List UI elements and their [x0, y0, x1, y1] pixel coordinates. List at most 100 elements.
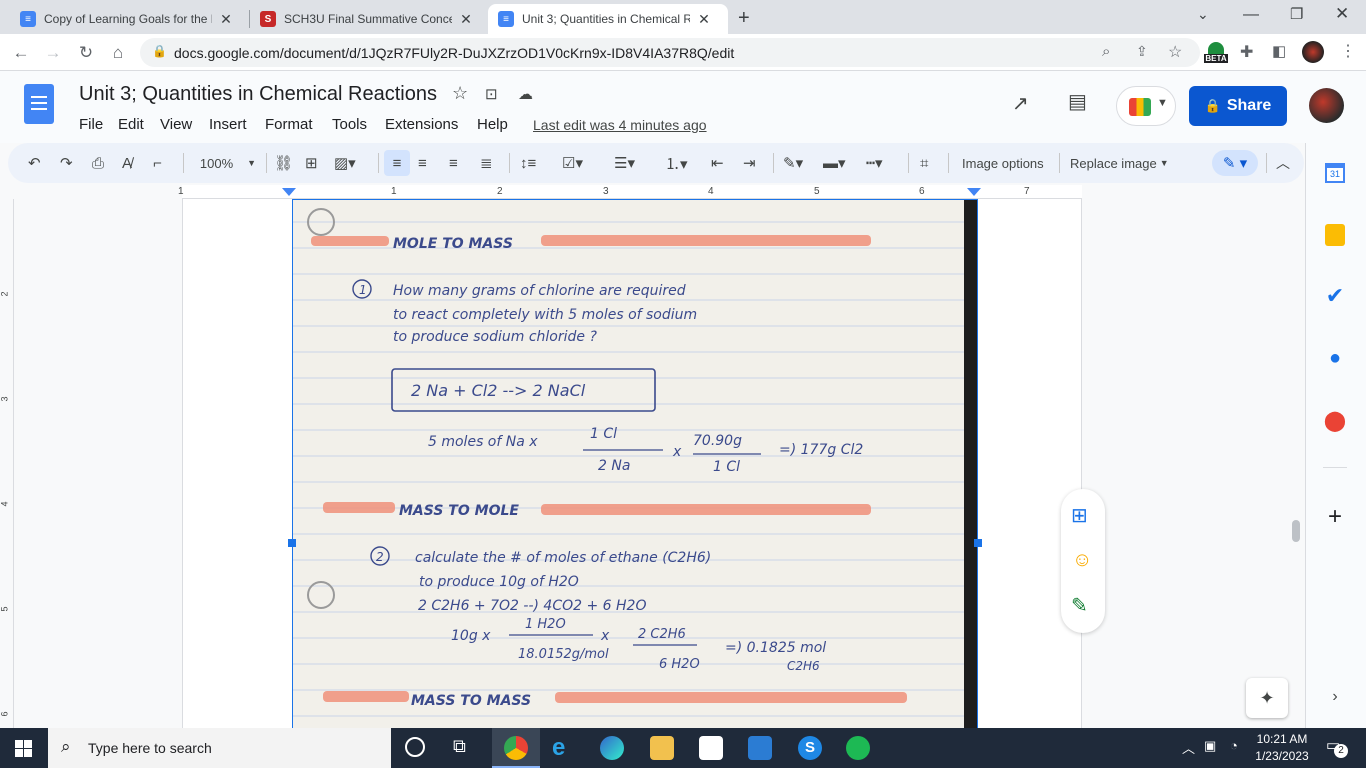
forward-arrow-icon[interactable]: → [40, 40, 66, 66]
suggest-edits-icon[interactable]: ✎ [1071, 593, 1088, 618]
url-text[interactable]: docs.google.com/document/d/1JQzR7FUly2R-… [174, 45, 734, 61]
windows-start-icon[interactable] [15, 740, 32, 757]
right-indent-marker[interactable] [967, 188, 981, 196]
file-explorer-icon[interactable] [650, 736, 674, 760]
undo-icon[interactable]: ↶ [28, 153, 41, 173]
calendar-icon[interactable]: 31 [1320, 158, 1350, 188]
star-icon[interactable]: ☆ [452, 83, 468, 104]
resize-handle-right[interactable] [974, 539, 982, 547]
minimize-button[interactable]: — [1243, 6, 1259, 24]
tasks-icon[interactable]: ✔ [1320, 281, 1350, 311]
crop-icon[interactable]: ⌗ [920, 153, 928, 173]
docs-logo-icon[interactable] [24, 84, 54, 124]
reload-icon[interactable]: ↻ [73, 40, 99, 66]
internet-explorer-icon[interactable]: e [552, 734, 565, 762]
task-view-icon[interactable]: ⧉ [453, 736, 466, 757]
notifications-icon[interactable]: ▭ 2 [1326, 736, 1348, 758]
activity-trend-icon[interactable]: ↗ [1012, 91, 1029, 116]
profile-avatar[interactable] [1302, 41, 1324, 63]
explore-button[interactable]: ✦ [1246, 678, 1288, 718]
redo-icon[interactable]: ↷ [60, 153, 73, 173]
cortana-icon[interactable] [405, 737, 425, 757]
emoji-reaction-icon[interactable]: ☺ [1072, 549, 1092, 572]
show-panel-chevron-icon[interactable]: › [1320, 682, 1350, 712]
align-center-icon[interactable]: ≡ [418, 153, 427, 173]
cloud-saved-icon[interactable]: ☁ [518, 85, 533, 103]
back-arrow-icon[interactable]: ← [8, 40, 34, 66]
numbered-list-icon[interactable]: ⒈▾ [665, 153, 688, 173]
account-avatar[interactable] [1309, 88, 1344, 123]
border-dash-icon[interactable]: ┅▾ [866, 153, 883, 173]
insert-link-icon[interactable]: ⛓ [274, 153, 293, 173]
menu-tools[interactable]: Tools [332, 116, 367, 133]
wifi-icon[interactable]: ◔ [1230, 738, 1238, 753]
home-icon[interactable]: ⌂ [105, 40, 131, 66]
scrollbar-thumb[interactable] [1292, 520, 1300, 542]
resize-handle-left[interactable] [288, 539, 296, 547]
store-icon[interactable] [699, 736, 723, 760]
restore-button[interactable]: ❐ [1290, 5, 1303, 23]
comments-icon[interactable]: ▤ [1068, 89, 1087, 114]
side-panel-icon[interactable]: ◧ [1272, 42, 1286, 60]
bulleted-list-icon[interactable]: ☰▾ [614, 153, 635, 173]
browser-tab[interactable]: ≡ Copy of Learning Goals for the D ✕ [10, 4, 248, 34]
menu-help[interactable]: Help [477, 116, 508, 133]
show-hidden-icons-chevron-icon[interactable]: ︿ [1182, 738, 1195, 757]
menu-file[interactable]: File [79, 116, 103, 133]
replace-image-button[interactable]: Replace image ▼ [1070, 153, 1169, 173]
window-close-button[interactable]: ✕ [1335, 4, 1349, 24]
browser-tab-active[interactable]: ≡ Unit 3; Quantities in Chemical Re ✕ [488, 4, 728, 34]
taskbar-search[interactable]: ⌕ Type here to search [48, 728, 391, 768]
edge-icon[interactable] [600, 736, 624, 760]
skype-icon[interactable]: S [798, 736, 822, 760]
collapse-chevron-up-icon[interactable]: ︿ [1276, 153, 1290, 173]
zoom-select[interactable]: 100% ▼ [198, 153, 258, 173]
maps-icon[interactable]: ⬤ [1320, 405, 1350, 435]
new-tab-button[interactable]: + [738, 7, 750, 30]
browser-tab[interactable]: S SCH3U Final Summative Concept ✕ [250, 4, 488, 34]
last-edit-link[interactable]: Last edit was 4 minutes ago [533, 117, 707, 133]
left-indent-marker[interactable] [282, 188, 296, 196]
keep-icon[interactable] [1320, 220, 1350, 250]
menu-extensions[interactable]: Extensions [385, 116, 458, 133]
menu-format[interactable]: Format [265, 116, 313, 133]
image-options-button[interactable]: Image options [962, 153, 1044, 173]
align-left-icon[interactable]: ≡ [384, 150, 410, 176]
handwritten-notes-image[interactable]: MOLE TO MASS 1 How many grams of chlorin… [292, 199, 978, 729]
document-title[interactable]: Unit 3; Quantities in Chemical Reactions [79, 83, 437, 106]
mail-icon[interactable] [748, 736, 772, 760]
address-bar[interactable]: 🔒 docs.google.com/document/d/1JQzR7FUly2… [140, 38, 1200, 67]
share-page-icon[interactable]: ⇪ [1136, 43, 1148, 60]
contacts-icon[interactable]: ● [1320, 343, 1350, 373]
taskbar-clock[interactable]: 10:21 AM 1/23/2023 [1250, 731, 1314, 765]
chrome-taskbar-button[interactable] [492, 728, 540, 768]
spotify-icon[interactable] [846, 736, 870, 760]
menu-edit[interactable]: Edit [118, 116, 144, 133]
increase-indent-icon[interactable]: ⇥ [743, 153, 756, 173]
add-comment-icon[interactable]: ⊞ [305, 153, 318, 173]
lock-icon[interactable]: 🔒 [152, 44, 167, 58]
align-right-icon[interactable]: ≡ [449, 153, 458, 173]
close-icon[interactable]: ✕ [458, 11, 474, 28]
vertical-ruler[interactable]: 2 3 4 5 6 [0, 199, 14, 729]
meet-button[interactable]: ▼ [1116, 86, 1176, 126]
close-icon[interactable]: ✕ [696, 11, 712, 28]
spellcheck-icon[interactable]: A̸ [122, 153, 132, 173]
add-addon-icon[interactable]: + [1320, 502, 1350, 532]
zoom-icon[interactable]: ⌕ [1102, 43, 1110, 60]
line-spacing-icon[interactable]: ↕≡ [520, 153, 536, 173]
menu-insert[interactable]: Insert [209, 116, 247, 133]
bookmark-star-icon[interactable]: ☆ [1168, 42, 1182, 62]
paint-format-icon[interactable]: ⌐ [153, 153, 162, 173]
decrease-indent-icon[interactable]: ⇤ [711, 153, 724, 173]
tab-search-chevron-icon[interactable]: ⌄ [1197, 6, 1209, 23]
close-icon[interactable]: ✕ [218, 11, 234, 28]
add-comment-icon[interactable]: ⊞ [1071, 503, 1088, 528]
border-color-icon[interactable]: ✎▾ [783, 153, 803, 173]
insert-image-icon[interactable]: ▨▾ [334, 153, 356, 173]
share-button[interactable]: 🔒 Share [1189, 86, 1287, 126]
editing-mode-button[interactable]: ✎ ▾ [1212, 150, 1258, 176]
menu-view[interactable]: View [160, 116, 192, 133]
extensions-puzzle-icon[interactable]: ✚ [1240, 42, 1253, 62]
checklist-icon[interactable]: ☑▾ [562, 153, 583, 173]
